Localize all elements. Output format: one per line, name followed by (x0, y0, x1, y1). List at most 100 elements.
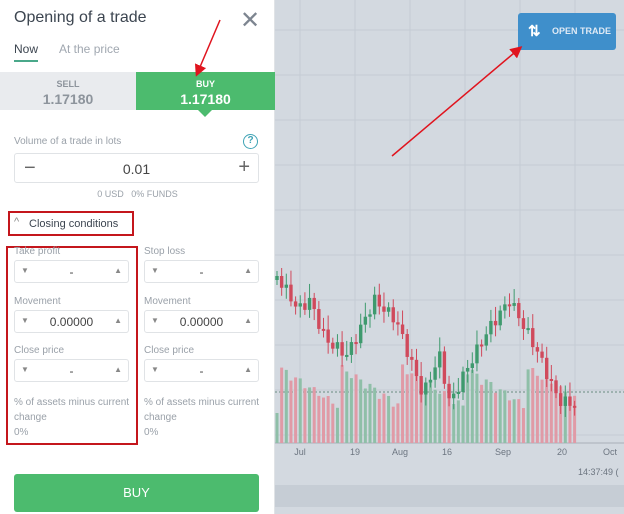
candle-body (433, 367, 437, 380)
arrow-up-icon[interactable]: ▲ (114, 365, 122, 374)
closing-conditions-toggle[interactable]: ^ Closing conditions (8, 211, 134, 236)
volume-bar (517, 399, 521, 443)
stop-loss-movement_label: Movement (144, 296, 191, 307)
stop-loss-movement-stepper[interactable]: ▼ 0.00000 ▲ (144, 310, 259, 333)
candle-body (400, 324, 405, 335)
volume-bar (322, 397, 325, 443)
take-profit-value-stepper[interactable]: ▼ - ▲ (14, 260, 129, 283)
plus-icon[interactable]: + (238, 156, 250, 179)
volume-bar (373, 387, 377, 443)
help-icon[interactable]: ? (243, 134, 258, 149)
candle-body (414, 359, 419, 377)
volume-bar (359, 379, 363, 443)
buy-button[interactable]: BUY (14, 474, 259, 512)
volume-bar (466, 374, 470, 443)
take-profit-pct-label: % of assets minus current change (14, 397, 130, 423)
chevron-up-icon: ^ (14, 216, 20, 228)
take-profit-value[interactable]: - (15, 265, 128, 279)
candle-body (470, 363, 474, 368)
price-chart[interactable]: Jul 19 Aug 16 Sep 20 Oct 14:37:49 ( (275, 0, 624, 514)
volume-bar (340, 365, 344, 443)
stop-loss-value[interactable]: - (145, 265, 258, 279)
volume-bar (442, 391, 446, 443)
volume-bar (317, 395, 321, 443)
take-profit-close[interactable]: - (15, 364, 128, 378)
sell-price: 1.17180 (42, 91, 94, 107)
candle-body (438, 351, 442, 368)
buy-side-button[interactable]: BUY 1.17180 (136, 72, 275, 117)
volume-stepper[interactable]: − 0.01 + (14, 153, 259, 183)
tab-now[interactable]: Now (14, 42, 39, 62)
volume-bar (335, 407, 339, 443)
volume-bar (521, 408, 525, 443)
stop-loss-movement[interactable]: 0.00000 (145, 315, 258, 329)
volume-bar (549, 383, 553, 443)
candle-body (517, 303, 521, 319)
x-tick-label: 19 (350, 447, 360, 457)
take-profit-close-stepper[interactable]: ▼ - ▲ (14, 359, 129, 382)
candle-body (275, 276, 279, 280)
arrow-up-icon[interactable]: ▲ (114, 266, 122, 275)
stop-loss-value-stepper[interactable]: ▼ - ▲ (144, 260, 259, 283)
open-trade-button[interactable]: ⇅ OPEN TRADE (518, 13, 616, 50)
stop-loss-close[interactable]: - (145, 364, 258, 378)
candle-body (452, 393, 456, 399)
take-profit-close_label: Close price (14, 345, 65, 356)
arrow-up-icon[interactable]: ▲ (244, 316, 252, 325)
volume-value[interactable]: 0.01 (15, 161, 258, 177)
candle-body (368, 314, 372, 317)
volume-bar (377, 398, 381, 443)
candle-body (359, 324, 363, 344)
candle-body (340, 342, 344, 356)
volume-bar (461, 405, 465, 443)
volume-bar (368, 383, 372, 443)
stop-loss-close-stepper[interactable]: ▼ - ▲ (144, 359, 259, 382)
candle-body (317, 309, 321, 329)
close-icon[interactable]: ✕ (240, 6, 260, 35)
candle-body (396, 322, 400, 325)
volume-bar (303, 388, 307, 443)
arrows-up-down-icon: ⇅ (528, 23, 541, 40)
panel-title: Opening of a trade (14, 9, 147, 26)
candle-body (549, 379, 554, 382)
volume-bar (349, 378, 353, 443)
candle-body (386, 307, 391, 312)
take-profit-pct: 0% (14, 427, 29, 438)
volume-bar (396, 403, 400, 443)
volume-bar (540, 379, 544, 443)
candle-body (489, 320, 493, 335)
sell-label: SELL (56, 79, 80, 89)
volume-bar (508, 400, 511, 443)
stop-loss-pct: 0% (144, 427, 159, 438)
candle-body (410, 356, 414, 360)
candle-body (558, 393, 563, 406)
candle-body (345, 354, 349, 357)
candle-body (475, 344, 479, 364)
open-trade-label: OPEN TRADE (552, 26, 612, 36)
arrow-up-icon[interactable]: ▲ (244, 365, 252, 374)
candle-body (512, 303, 516, 306)
volume-bar (326, 396, 330, 443)
candle-body (279, 276, 284, 288)
volume-bar (410, 373, 414, 443)
take-profit-movement-stepper[interactable]: ▼ 0.00000 ▲ (14, 310, 129, 333)
candlestick-chart[interactable]: Jul 19 Aug 16 Sep 20 Oct (275, 0, 624, 514)
volume-bar (456, 400, 460, 443)
arrow-up-icon[interactable]: ▲ (114, 316, 122, 325)
candle-body (461, 371, 465, 392)
sell-button[interactable]: SELL 1.17180 (0, 72, 136, 110)
volume-bar (354, 374, 358, 443)
volume-bar (470, 369, 474, 443)
candle-body (442, 351, 447, 384)
arrow-up-icon[interactable]: ▲ (244, 266, 252, 275)
take-profit-movement[interactable]: 0.00000 (15, 315, 128, 329)
chart-scrollbar[interactable] (275, 485, 624, 507)
tab-at-the-price[interactable]: At the price (59, 42, 120, 56)
volume-bar (289, 380, 293, 443)
volume-bar (503, 390, 507, 443)
candle-body (335, 342, 340, 349)
candle-body (363, 316, 368, 325)
x-tick-label: Oct (603, 447, 618, 457)
volume-bar (275, 413, 279, 443)
candle-body (284, 284, 288, 288)
